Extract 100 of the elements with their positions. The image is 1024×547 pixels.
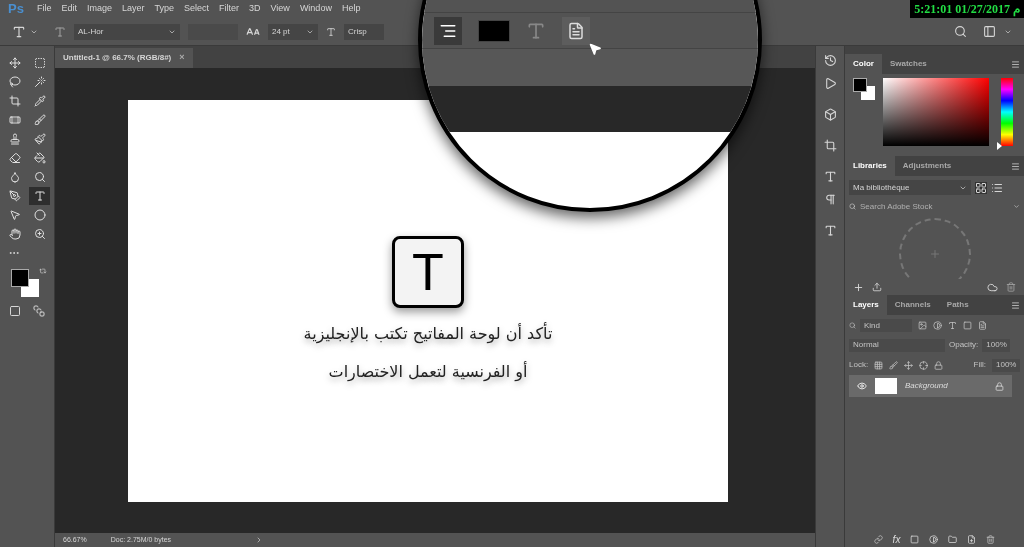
list-view-icon[interactable] <box>991 181 1003 194</box>
opacity-label: Opacity: <box>949 339 979 351</box>
document-title: Untitled-1 @ 66.7% (RGB/8#) <box>63 52 172 64</box>
link-icon[interactable] <box>873 534 883 544</box>
menu-item[interactable]: View <box>265 2 295 16</box>
mask-icon[interactable] <box>910 534 920 544</box>
antialias-icon <box>326 26 336 37</box>
quick-mask-icon[interactable] <box>9 305 21 317</box>
antialias-dropdown[interactable]: Crisp <box>344 23 384 40</box>
upload-icon[interactable] <box>872 282 882 292</box>
panel-menu-icon[interactable] <box>1011 59 1020 69</box>
close-tab-button[interactable]: × <box>179 51 185 65</box>
panel-menu-icon[interactable] <box>1011 300 1020 310</box>
workspace-icon[interactable] <box>983 25 996 38</box>
tool-icon <box>8 76 21 88</box>
menu-item[interactable]: Filter <box>214 2 244 16</box>
blend-mode-dropdown[interactable]: Normal <box>849 338 945 352</box>
panel-tab[interactable]: Layers <box>845 295 887 315</box>
glyphs-icon[interactable] <box>823 224 837 237</box>
type-filter-icon[interactable] <box>948 320 957 330</box>
fill-field[interactable]: 100% <box>992 358 1020 372</box>
properties-icon[interactable] <box>823 139 837 152</box>
menu-item[interactable]: Type <box>149 2 179 16</box>
shape-filter-icon[interactable] <box>963 320 972 330</box>
panel-menu-icon[interactable] <box>1011 161 1020 171</box>
cloud-icon[interactable] <box>987 281 998 293</box>
tool-icon <box>8 133 21 145</box>
menu-item[interactable]: 3D <box>244 2 266 16</box>
instruction-text: أو الفرنسية لتعمل الاختصارات <box>328 360 528 384</box>
type-tool-button[interactable] <box>29 187 50 205</box>
type-key-icon: T <box>392 236 464 308</box>
menu-item[interactable]: Help <box>336 2 366 16</box>
add-icon[interactable] <box>853 281 864 293</box>
tool-icon <box>33 171 46 183</box>
font-size-dropdown[interactable]: 24 pt <box>268 23 318 40</box>
swap-colors-icon[interactable] <box>39 267 47 275</box>
grid-view-icon[interactable] <box>975 181 987 194</box>
tool-icon <box>8 57 21 69</box>
lock-all-icon[interactable] <box>934 360 944 370</box>
vertical-type-icon[interactable] <box>54 25 66 38</box>
paragraph-icon[interactable] <box>823 193 837 206</box>
character-icon[interactable] <box>823 170 837 183</box>
document-tab[interactable]: Untitled-1 @ 66.7% (RGB/8#) × <box>55 48 193 68</box>
layer-thumbnail <box>875 378 897 394</box>
visibility-icon[interactable] <box>857 381 867 391</box>
opacity-field[interactable]: 100% <box>982 338 1011 352</box>
lock-pixels-icon[interactable] <box>874 360 884 370</box>
cube-icon[interactable] <box>823 108 837 121</box>
lock-artboard-icon[interactable] <box>919 360 929 370</box>
menu-item[interactable]: Edit <box>56 2 82 16</box>
layer-style-button[interactable]: fx <box>892 531 901 547</box>
smart-object-filter-icon[interactable] <box>978 320 987 330</box>
caret-icon <box>1013 203 1020 210</box>
layer-row[interactable]: Background <box>849 375 1012 397</box>
tool-icon <box>33 114 46 126</box>
panels-toggle-button[interactable] <box>562 16 590 45</box>
color-swatches[interactable] <box>853 78 877 102</box>
align-right-button[interactable] <box>434 16 462 45</box>
layer-name: Background <box>905 380 949 392</box>
search-icon <box>849 321 856 329</box>
panel-icon <box>567 21 585 40</box>
instruction-text: تأكد أن لوحة المفاتيح تكتب بالإنجليزية <box>303 322 553 346</box>
panel-tab[interactable]: Color <box>845 54 882 74</box>
adjustment-filter-icon[interactable] <box>933 320 942 330</box>
trash-icon[interactable] <box>986 534 996 544</box>
tool-icon <box>33 76 46 88</box>
adjustment-icon[interactable] <box>929 534 939 544</box>
tool-icon <box>33 95 46 107</box>
layer-filter-field[interactable]: Kind <box>860 318 912 332</box>
slider-thumb[interactable] <box>997 142 1002 150</box>
menu-item[interactable]: Window <box>294 2 337 16</box>
menu-item[interactable]: Layer <box>116 2 150 16</box>
menu-item[interactable]: Select <box>179 2 214 16</box>
trash-icon[interactable] <box>1006 282 1016 292</box>
tool-icon <box>33 228 46 240</box>
search-icon <box>849 203 856 210</box>
tool-icon <box>8 228 21 240</box>
tool-icon <box>8 114 21 126</box>
folder-icon[interactable] <box>948 534 958 544</box>
lock-label: Lock: <box>849 359 869 371</box>
history-icon[interactable] <box>823 54 837 67</box>
stock-search-field[interactable]: Search Adobe Stock <box>860 200 1009 213</box>
lock-paint-icon[interactable] <box>889 360 899 370</box>
search-icon[interactable] <box>954 25 967 38</box>
lock-position-icon[interactable] <box>904 360 914 370</box>
tool-icon <box>8 95 21 107</box>
type-tool-icon[interactable] <box>12 24 26 39</box>
app-logo: Ps <box>7 0 25 19</box>
menu-item[interactable]: Image <box>81 2 117 16</box>
color-field[interactable] <box>883 78 989 146</box>
pixel-filter-icon[interactable] <box>918 320 927 330</box>
font-family-dropdown[interactable]: AL-Hor <box>74 23 180 40</box>
text-color-swatch[interactable] <box>478 19 510 42</box>
panel-tab[interactable]: Libraries <box>845 156 895 176</box>
library-dropdown[interactable]: Ma bibliothèque <box>849 180 971 195</box>
menu-item[interactable]: File <box>31 2 57 16</box>
color-swatches[interactable] <box>11 267 40 299</box>
plus-icon <box>928 248 941 260</box>
new-layer-icon[interactable] <box>967 534 977 544</box>
play-icon[interactable] <box>823 77 837 90</box>
